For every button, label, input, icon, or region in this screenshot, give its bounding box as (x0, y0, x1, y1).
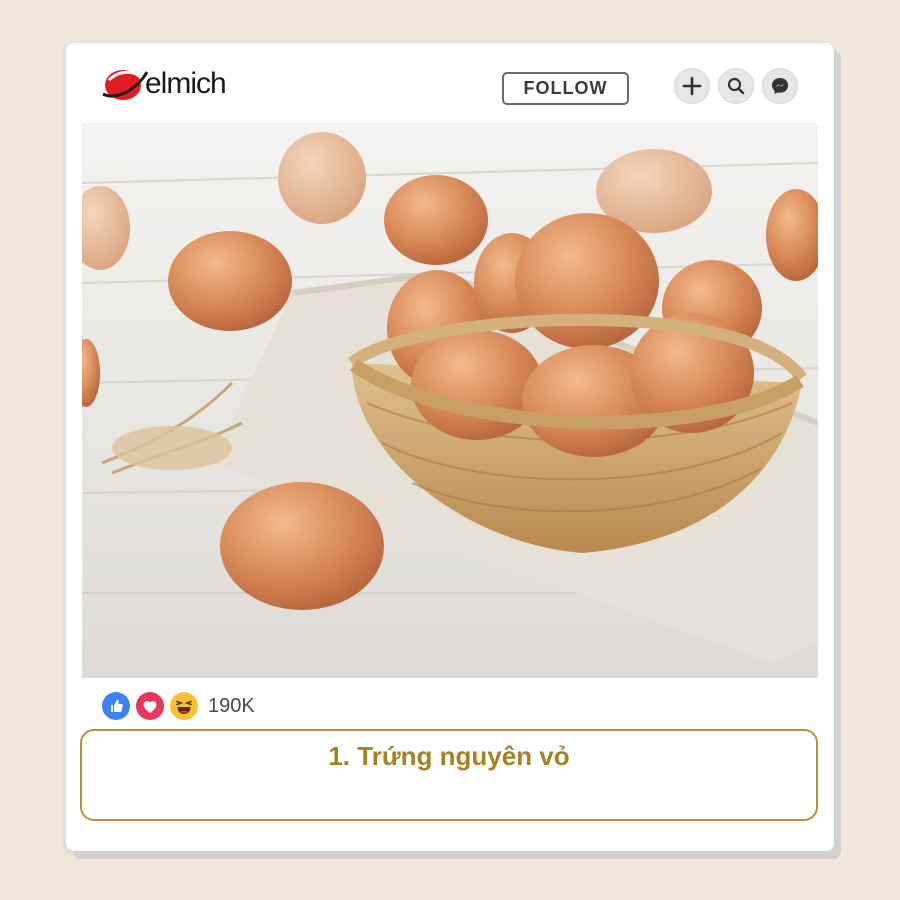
post-image[interactable] (82, 123, 818, 678)
haha-reaction[interactable] (170, 692, 198, 720)
haha-icon (170, 692, 198, 720)
search-icon (727, 77, 745, 95)
brand-name: elmich (145, 67, 227, 100)
caption-box: 1. Trứng nguyên vỏ (80, 729, 818, 821)
messenger-button[interactable] (762, 68, 798, 104)
reaction-count: 190K (208, 694, 255, 717)
messenger-icon (772, 78, 788, 94)
like-reaction[interactable] (102, 692, 130, 720)
search-button[interactable] (718, 68, 754, 104)
reactions-bar[interactable]: 190K (102, 691, 255, 721)
post-card: elmich FOLLOW 190K 1. Trứng nguyên vỏ (66, 43, 834, 851)
plus-button[interactable] (674, 68, 710, 104)
post-caption: 1. Trứng nguyên vỏ (328, 741, 570, 771)
eggs-basket-image (82, 123, 818, 678)
follow-button[interactable]: FOLLOW (502, 72, 629, 105)
love-icon (136, 692, 164, 720)
brand-logo[interactable]: elmich (101, 64, 227, 104)
like-icon (102, 692, 130, 720)
plus-icon (682, 76, 702, 96)
love-reaction[interactable] (136, 692, 164, 720)
elmich-logo-icon (102, 70, 149, 100)
